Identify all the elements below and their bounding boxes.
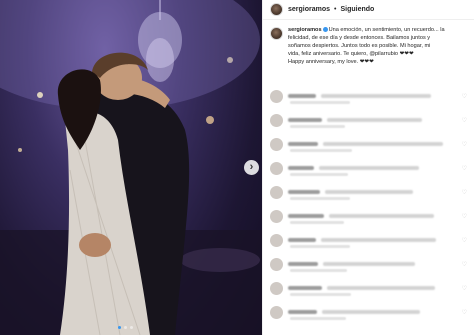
blurred-comment: [322, 310, 420, 314]
list-item: ♡: [263, 252, 474, 276]
list-item: ♡: [263, 204, 474, 228]
heart-icon[interactable]: ♡: [462, 213, 467, 220]
blurred-username: [288, 214, 324, 218]
avatar[interactable]: [270, 233, 283, 247]
avatar[interactable]: [270, 27, 283, 40]
carousel-indicator: [118, 326, 133, 329]
heart-icon[interactable]: ♡: [462, 117, 467, 124]
caption-line: soñamos despiertos. Juntos todo es posib…: [288, 43, 431, 50]
heart-icon[interactable]: ♡: [462, 261, 467, 268]
blurred-meta: [290, 101, 350, 104]
blurred-comment: [323, 262, 415, 266]
post-caption: sergioramos Una emoción, un sentimiento, …: [263, 20, 474, 70]
blurred-meta: [290, 149, 352, 152]
blurred-username: [288, 286, 322, 290]
avatar[interactable]: [270, 89, 283, 103]
blurred-username: [288, 118, 322, 122]
following-button[interactable]: Siguiendo: [340, 6, 374, 13]
heart-icon[interactable]: ♡: [462, 165, 467, 172]
heart-icon[interactable]: ♡: [462, 285, 467, 292]
blurred-comment: [321, 238, 436, 242]
heart-icon[interactable]: ♡: [462, 237, 467, 244]
blurred-username: [288, 142, 318, 146]
avatar[interactable]: [270, 257, 283, 271]
avatar[interactable]: [270, 3, 283, 16]
avatar[interactable]: [270, 185, 283, 199]
avatar[interactable]: [270, 305, 283, 319]
verified-badge-icon: [322, 27, 328, 33]
blurred-comment: [323, 142, 443, 146]
list-item: ♡: [263, 108, 474, 132]
caption-username[interactable]: sergioramos: [288, 27, 322, 33]
blurred-comment: [325, 190, 413, 194]
blurred-meta: [290, 269, 347, 272]
caption-line: Happy anniversary, my love. ❤❤❤: [288, 59, 374, 66]
list-item: ♡: [263, 132, 474, 156]
list-item: ♡: [263, 180, 474, 204]
list-item: ♡: [263, 84, 474, 108]
caption-line: vida, feliz aniversario. Te quiero, @pil…: [288, 51, 414, 58]
blurred-meta: [290, 221, 344, 224]
blurred-meta: [290, 125, 345, 128]
blurred-comment: [329, 214, 434, 218]
blurred-meta: [290, 293, 351, 296]
caption-text: sergioramos Una emoción, un sentimiento, …: [288, 26, 445, 66]
list-item: ♡: [263, 276, 474, 300]
comments-list: ♡ ♡ ♡ ♡ ♡ ♡ ♡ ♡ ♡ ♡: [263, 84, 474, 324]
photo-scene: [0, 0, 262, 335]
carousel-dot: [124, 326, 127, 329]
list-item: ♡: [263, 156, 474, 180]
list-item: ♡: [263, 300, 474, 324]
list-item: ♡: [263, 228, 474, 252]
blurred-meta: [290, 245, 350, 248]
blurred-username: [288, 262, 318, 266]
blurred-username: [288, 310, 317, 314]
blurred-meta: [290, 317, 346, 320]
avatar[interactable]: [270, 281, 283, 295]
blurred-username: [288, 94, 316, 98]
heart-icon[interactable]: ♡: [462, 189, 467, 196]
avatar[interactable]: [270, 209, 283, 223]
blurred-comment: [321, 94, 431, 98]
blurred-comment: [327, 118, 422, 122]
heart-icon[interactable]: ♡: [462, 93, 467, 100]
separator-dot: •: [334, 6, 337, 13]
username-link[interactable]: sergioramos: [288, 6, 330, 13]
blurred-meta: [290, 197, 350, 200]
heart-icon[interactable]: ♡: [462, 141, 467, 148]
blurred-meta: [290, 173, 348, 176]
blurred-username: [288, 238, 316, 242]
avatar[interactable]: [270, 161, 283, 175]
blurred-username: [288, 190, 320, 194]
chevron-right-icon[interactable]: ›: [244, 160, 259, 175]
heart-icon[interactable]: ♡: [462, 309, 467, 316]
carousel-dot: [130, 326, 133, 329]
post-details-panel: sergioramos • Siguiendo sergioramos Una e…: [262, 0, 474, 335]
post-photo[interactable]: ›: [0, 0, 262, 335]
carousel-dot: [118, 326, 121, 329]
blurred-comment: [327, 286, 435, 290]
post-header: sergioramos • Siguiendo: [263, 0, 474, 20]
blurred-username: [288, 166, 314, 170]
caption-line: felicidad, de ese día y desde entonces. …: [288, 35, 431, 42]
blurred-comment: [319, 166, 419, 170]
caption-line: Una emoción, un sentimiento, un recuerdo…: [328, 27, 445, 33]
avatar[interactable]: [270, 113, 283, 127]
avatar[interactable]: [270, 137, 283, 151]
